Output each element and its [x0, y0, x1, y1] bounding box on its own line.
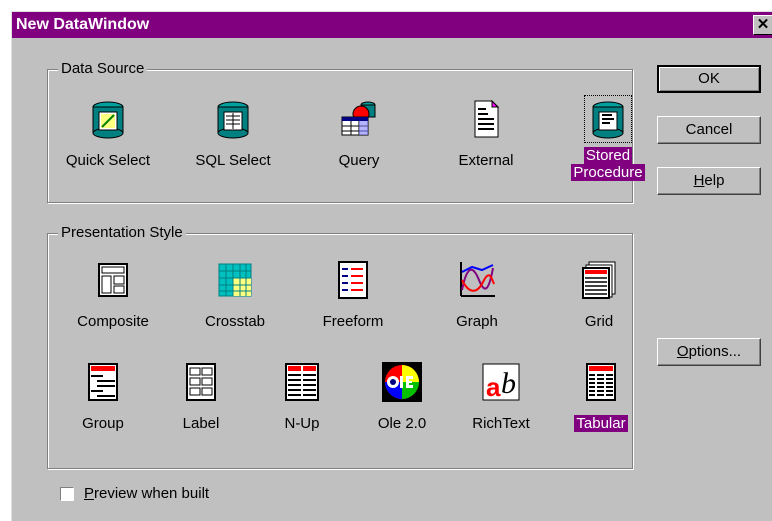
n-up-label: N-Up [284, 415, 320, 432]
tabular-icon [586, 363, 616, 401]
window-title: New DataWindow [16, 16, 150, 33]
style-n-up[interactable]: N-Up [247, 362, 357, 433]
presentation-style-label: Presentation Style [58, 224, 186, 241]
crosstab-label: Crosstab [204, 313, 266, 330]
data-source-quick-select[interactable]: Quick Select [53, 99, 163, 170]
ole-label: Ole 2.0 [377, 415, 427, 432]
query-label: Query [338, 152, 380, 169]
tabular-label: Tabular [574, 415, 628, 432]
style-graph[interactable]: Graph [422, 260, 532, 331]
preview-label[interactable]: Preview when built [84, 485, 209, 502]
data-source-query[interactable]: Query [304, 99, 414, 170]
style-group[interactable]: Group [48, 362, 158, 433]
stored-procedure-label-line1: Stored [583, 147, 633, 164]
style-composite[interactable]: Composite [58, 260, 168, 331]
cancel-button[interactable]: Cancel [657, 116, 761, 144]
external-icon [474, 99, 500, 138]
graph-label: Graph [456, 313, 498, 330]
title-bar: New DataWindow [12, 12, 772, 38]
style-tabular[interactable]: Tabular [546, 362, 656, 433]
freeform-icon [338, 261, 368, 299]
sql-select-label: SQL Select [195, 152, 271, 169]
selection-focus-box [584, 95, 632, 143]
svg-text:a: a [486, 372, 501, 402]
stored-procedure-icon [592, 101, 624, 139]
crosstab-icon [218, 263, 252, 297]
svg-text:b: b [501, 367, 516, 400]
style-label[interactable]: Label [146, 362, 256, 433]
close-button[interactable]: ✕ [753, 15, 772, 35]
help-button[interactable]: Help [657, 167, 761, 195]
composite-icon [98, 263, 128, 297]
group-label: Group [82, 415, 124, 432]
group-icon [88, 363, 118, 401]
new-datawindow-dialog: New DataWindow ✕ Data Source Quick Selec… [11, 11, 772, 521]
grid-icon [582, 261, 616, 299]
query-icon [341, 101, 376, 136]
ok-button[interactable]: OK [657, 65, 761, 93]
quick-select-icon [92, 101, 124, 139]
richtext-label: RichText [472, 415, 530, 432]
data-source-stored-procedure[interactable]: Stored Procedure [553, 95, 663, 181]
n-up-icon [285, 363, 319, 401]
sql-select-icon [217, 101, 249, 139]
style-grid[interactable]: Grid [544, 260, 654, 331]
label-icon [186, 363, 216, 401]
preview-checkbox[interactable] [60, 487, 74, 501]
data-source-label: Data Source [58, 60, 148, 77]
style-richtext[interactable]: a b RichText [446, 362, 556, 433]
ole-icon [382, 362, 422, 402]
grid-label: Grid [584, 313, 614, 330]
data-source-external[interactable]: External [431, 99, 541, 170]
freeform-label: Freeform [322, 313, 384, 330]
quick-select-label: Quick Select [65, 152, 151, 169]
data-source-sql-select[interactable]: SQL Select [178, 99, 288, 170]
stored-procedure-label-line2: Procedure [571, 164, 645, 181]
external-label: External [458, 152, 514, 169]
richtext-icon: a b [482, 363, 520, 402]
style-freeform[interactable]: Freeform [298, 260, 408, 331]
style-crosstab[interactable]: Crosstab [180, 260, 290, 331]
style-ole[interactable]: Ole 2.0 [347, 362, 457, 433]
options-button[interactable]: Options... [657, 338, 761, 366]
composite-label: Composite [77, 313, 149, 330]
graph-icon [460, 262, 495, 297]
label-label: Label [182, 415, 220, 432]
